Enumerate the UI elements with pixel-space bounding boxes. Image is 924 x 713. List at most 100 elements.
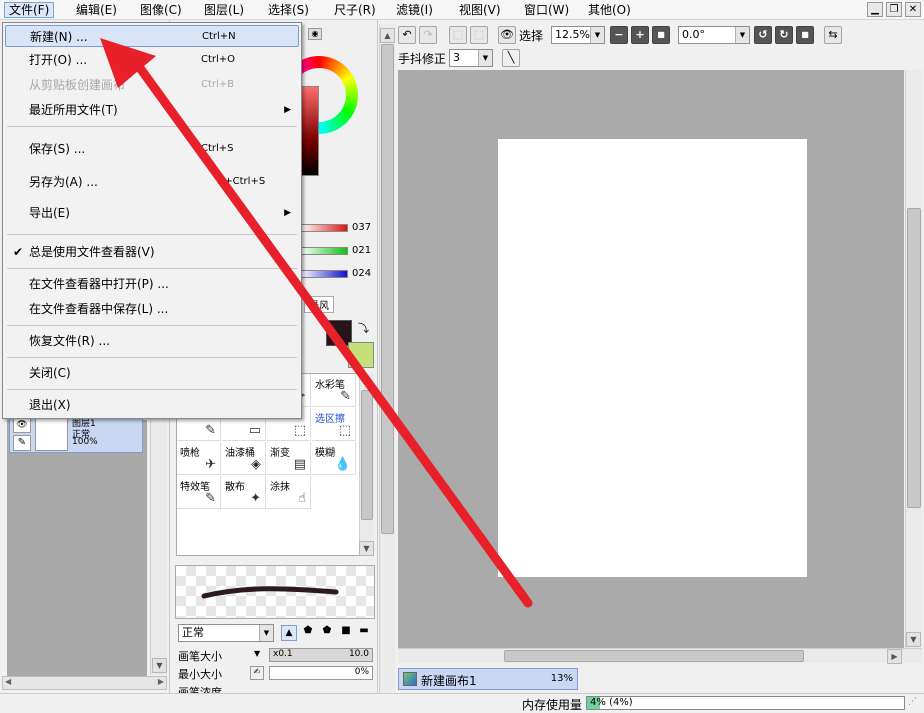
tool-selection-eraser[interactable]: 选区擦 ⬚ <box>312 408 356 441</box>
layer-hscrollbar[interactable]: ◀ ▶ <box>2 676 167 690</box>
canvas-scroll-right-icon[interactable]: ▶ <box>887 649 902 664</box>
menu-ruler[interactable]: 尺子(R) <box>330 2 380 18</box>
zoom-reset-button[interactable]: ■ <box>652 26 670 44</box>
zoom-in-button[interactable]: + <box>631 26 649 44</box>
panel-scroll-up-icon[interactable]: ▲ <box>380 28 395 43</box>
menu-file[interactable]: 文件(F) <box>4 2 55 18</box>
scroll-left-icon[interactable]: ◀ <box>5 677 11 686</box>
menu-separator <box>7 234 297 235</box>
min-size-label: 最小大小 <box>178 668 222 681</box>
red-slider[interactable] <box>300 224 348 232</box>
menu-view[interactable]: 视图(V) <box>455 2 505 18</box>
tool-bucket[interactable]: 油漆桶 ◈ <box>222 442 266 475</box>
line-tool-button[interactable]: ╲ <box>502 49 520 67</box>
menu-save[interactable]: 保存(S) ... Ctrl+S <box>5 138 299 160</box>
eye-toggle-button[interactable]: 👁 <box>498 26 516 44</box>
resize-grip-icon[interactable]: ⋰ <box>908 697 917 707</box>
submenu-arrow-icon: ▶ <box>284 208 291 218</box>
menu-save-as[interactable]: 另存为(A) ... ft+Ctrl+S <box>5 171 299 193</box>
menu-select[interactable]: 选择(S) <box>264 2 313 18</box>
scroll-down-icon[interactable]: ▼ <box>152 658 167 673</box>
brush-shape-3-icon[interactable]: ⬟ <box>319 625 335 641</box>
menu-export[interactable]: 导出(E) ▶ <box>5 202 299 224</box>
pencil-icon: ✎ <box>13 435 31 451</box>
menu-save-in-viewer[interactable]: 在文件查看器中保存(L) ... <box>5 298 299 320</box>
brush-shape-4-icon[interactable]: ■ <box>338 625 354 641</box>
tool-gradient[interactable]: 渐变 ▤ <box>267 442 311 475</box>
stabilizer-label: 手抖修正 <box>398 52 447 66</box>
undo-button[interactable]: ↶ <box>398 26 416 44</box>
deselect-button[interactable]: ⬚ <box>449 26 467 44</box>
document-tab[interactable]: 新建画布1 13% <box>398 668 578 690</box>
layer-scrollbar[interactable]: ▼ <box>150 400 167 675</box>
tool-blur[interactable]: 模糊 💧 <box>312 442 356 475</box>
menu-separator <box>7 357 297 358</box>
scroll-right-icon[interactable]: ▶ <box>158 677 164 686</box>
menu-window[interactable]: 窗口(W) <box>520 2 573 18</box>
menu-new[interactable]: 新建(N) ... Ctrl+N <box>5 25 299 47</box>
rotate-cw-button[interactable]: ↻ <box>775 26 793 44</box>
layer-thumbnail <box>35 418 68 451</box>
brush-shape-5-icon[interactable]: ▬ <box>356 625 372 641</box>
panel-scrollbar[interactable]: ▲ <box>379 24 395 693</box>
tool-watercolor[interactable]: 水彩笔 ✎ <box>312 374 356 407</box>
flip-button[interactable]: ⇆ <box>824 26 842 44</box>
menu-exit[interactable]: 退出(X) <box>5 394 299 416</box>
minimize-button[interactable]: ▁ <box>867 2 883 17</box>
tool-airbrush[interactable]: 喷枪 ✈ <box>177 442 221 475</box>
brush-shape-1-icon[interactable]: ▲ <box>281 625 297 641</box>
brush-shape-2-icon[interactable]: ⬟ <box>300 625 316 641</box>
tool-scatter[interactable]: 散布 ✦ <box>222 476 266 509</box>
canvas-scroll-down-icon[interactable]: ▼ <box>906 632 921 647</box>
submenu-arrow-icon: ▶ <box>284 105 291 115</box>
menu-always-viewer[interactable]: ✔ 总是使用文件查看器(V) <box>5 241 299 263</box>
menu-close[interactable]: 关闭(C) <box>5 362 299 384</box>
menu-open[interactable]: 打开(O) ... Ctrl+O <box>5 49 299 71</box>
rotate-ccw-button[interactable]: ↺ <box>754 26 772 44</box>
layer-list <box>7 420 147 680</box>
redo-button[interactable]: ↷ <box>419 26 437 44</box>
menu-layer[interactable]: 图层(L) <box>200 2 248 18</box>
brush-stroke-icon <box>201 586 339 599</box>
eye-icon[interactable]: 👁 <box>13 418 31 433</box>
brush-size-slider[interactable]: x0.1 10.0 <box>269 648 373 662</box>
canvas-paper[interactable] <box>498 139 807 577</box>
close-window-button[interactable]: ✕ <box>905 2 921 17</box>
size-dropdown-icon[interactable]: ▼ <box>254 649 260 658</box>
canvas-hscrollbar[interactable]: ▶ <box>398 648 922 664</box>
tool-effect-pen[interactable]: 特效笔 ✎ <box>177 476 221 509</box>
zoom-select[interactable]: 12.5% ▼ <box>551 26 605 44</box>
panel-toggle-icon[interactable]: ◉ <box>308 28 322 40</box>
menu-edit[interactable]: 编辑(E) <box>72 2 121 18</box>
rotation-select[interactable]: 0.0° ▼ <box>678 26 750 44</box>
color-tab[interactable]: 景风 <box>304 296 334 313</box>
swap-colors-icon[interactable]: ⤵ <box>358 320 369 336</box>
menu-from-clipboard[interactable]: 从剪贴板创建画布 Ctrl+B <box>5 74 299 96</box>
menu-open-in-viewer[interactable]: 在文件查看器中打开(P) ... <box>5 273 299 295</box>
tool-smudge[interactable]: 涂抹 ☝ <box>267 476 311 509</box>
tool-scrollbar[interactable]: ▼ <box>359 374 374 556</box>
brush-preview <box>175 565 375 619</box>
zoom-out-button[interactable]: − <box>610 26 628 44</box>
menu-filter[interactable]: 滤镜(I) <box>392 2 437 18</box>
menu-recover[interactable]: 恢复文件(R) ... <box>5 330 299 352</box>
rotate-reset-button[interactable]: ■ <box>796 26 814 44</box>
restore-button[interactable]: ❐ <box>886 2 902 17</box>
secondary-color-swatch[interactable] <box>348 342 374 368</box>
menu-other[interactable]: 其他(O) <box>584 2 635 18</box>
stabilizer-select[interactable]: 3 ▼ <box>449 49 493 67</box>
menu-image[interactable]: 图像(C) <box>136 2 186 18</box>
canvas-vscrollbar[interactable]: ▼ <box>905 70 922 648</box>
layer-row[interactable]: 👁 ✎ 图层1 正常 100% <box>9 415 143 453</box>
pressure-icon[interactable]: ✍ <box>250 666 264 680</box>
invert-selection-button[interactable]: ⬚ <box>470 26 488 44</box>
memory-text: 4% (4%) <box>590 697 633 708</box>
green-slider[interactable] <box>300 247 348 255</box>
document-zoom: 13% <box>550 673 573 684</box>
blend-mode-select[interactable]: 正常 ▼ <box>178 624 274 642</box>
menu-recent[interactable]: 最近所用文件(T) ▶ <box>5 99 299 121</box>
blue-slider[interactable] <box>300 270 348 278</box>
selection-label: 选择 <box>519 29 544 43</box>
tool-scroll-down-icon[interactable]: ▼ <box>359 541 374 556</box>
min-size-slider[interactable]: 0% <box>269 666 373 680</box>
